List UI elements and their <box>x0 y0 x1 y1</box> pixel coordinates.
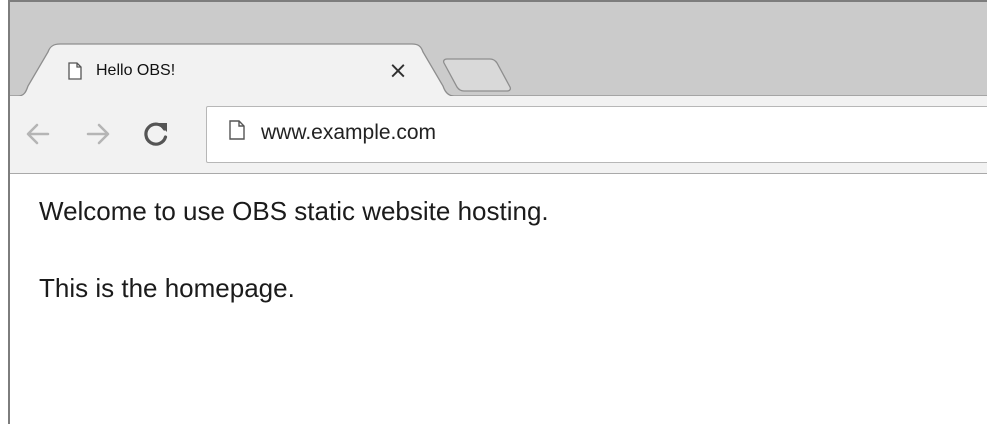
document-icon <box>229 120 245 140</box>
tab-close-button[interactable]: × <box>385 57 411 85</box>
document-icon <box>68 62 82 80</box>
page-content: Welcome to use OBS static website hostin… <box>10 174 987 424</box>
tab-hello-obs[interactable]: Hello OBS! × <box>50 56 420 96</box>
homepage-text: This is the homepage. <box>39 273 295 303</box>
url-input[interactable] <box>261 121 861 145</box>
new-tab-button[interactable] <box>442 54 514 94</box>
arrow-left-icon[interactable] <box>20 116 56 152</box>
welcome-text: Welcome to use OBS static website hostin… <box>39 196 549 226</box>
reload-icon[interactable] <box>138 116 174 152</box>
tab-title: Hello OBS! <box>96 62 176 79</box>
browser-toolbar <box>10 96 987 174</box>
browser-window: Hello OBS! × Welcome to use OBS static w… <box>8 0 987 424</box>
address-bar[interactable] <box>206 106 987 163</box>
arrow-right-icon[interactable] <box>80 116 116 152</box>
tab-strip: Hello OBS! × <box>10 2 987 97</box>
